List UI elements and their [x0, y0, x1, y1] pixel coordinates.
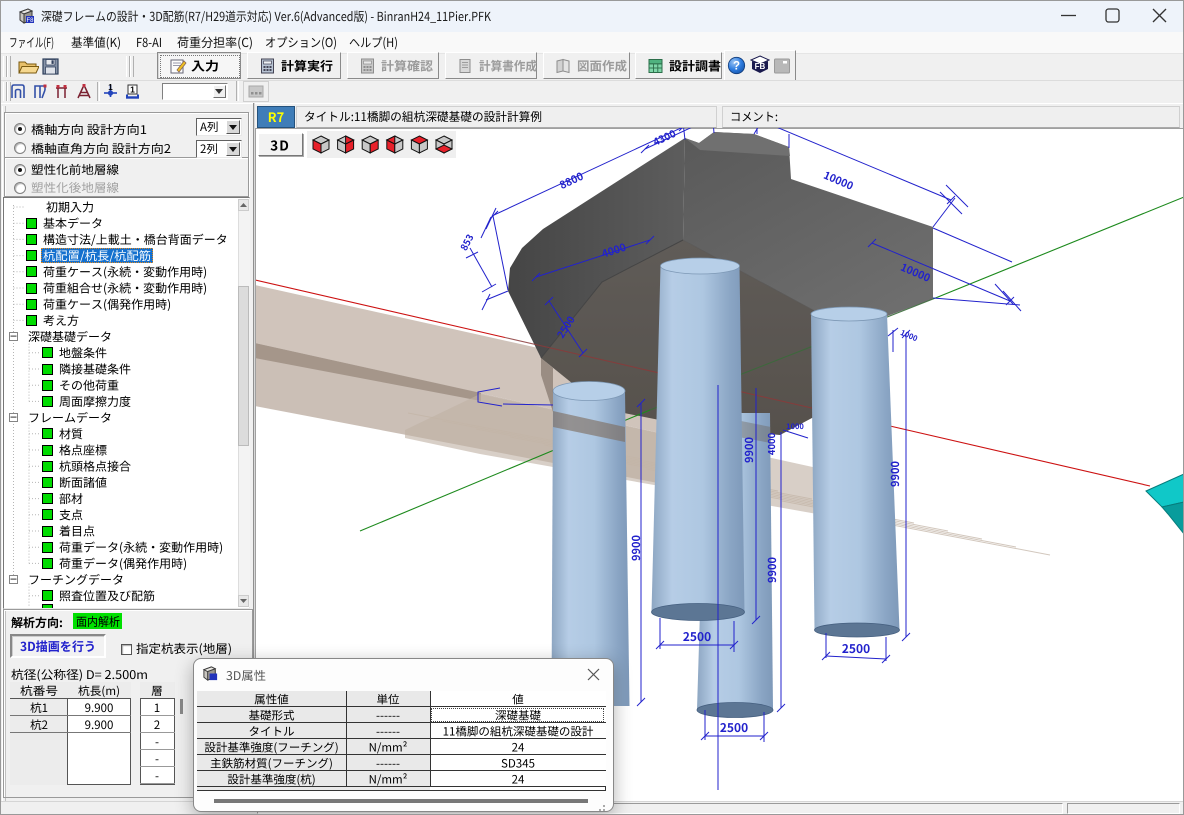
svg-text:FB: FB [755, 62, 766, 71]
svg-text:?: ? [733, 61, 740, 73]
